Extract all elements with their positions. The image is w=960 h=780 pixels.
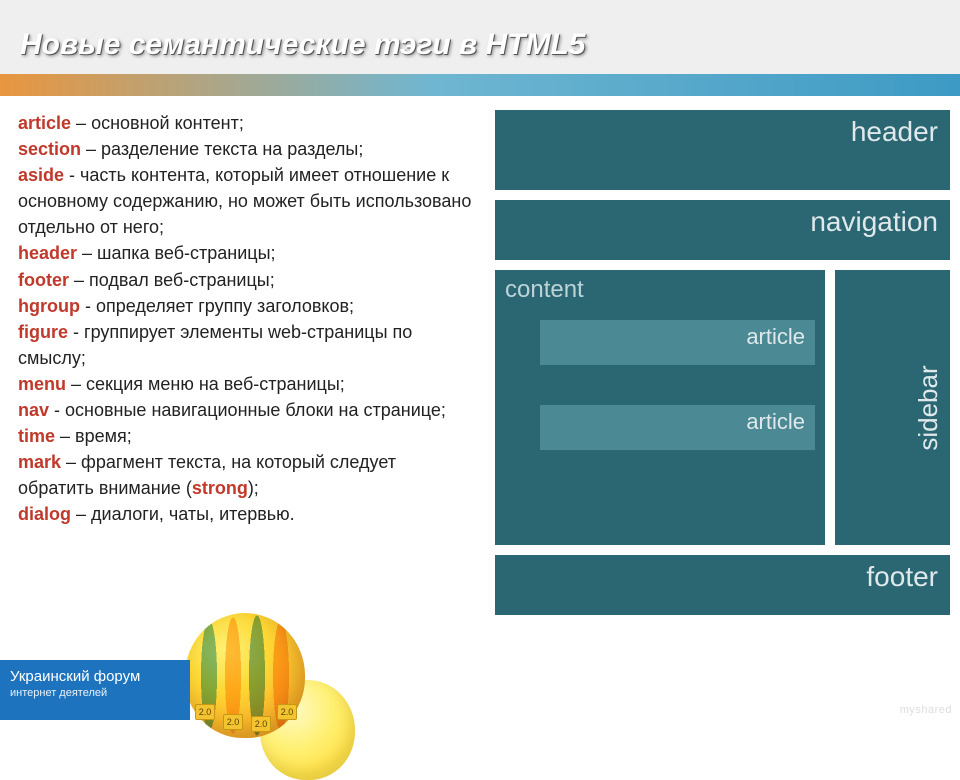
term-article: article	[18, 113, 71, 133]
def-dialog: dialog – диалоги, чаты, итервью.	[18, 501, 473, 527]
diagram-sidebar-label: sidebar	[913, 365, 944, 450]
term-header: header	[18, 243, 77, 263]
diagram-content-box: content article article	[495, 270, 825, 545]
slide-title-band: Новые семантические тэги в HTML5	[0, 0, 960, 90]
title-gradient-bar	[0, 74, 960, 96]
diagram-sidebar-box: sidebar	[835, 270, 950, 545]
def-hgroup: hgroup - определяет группу заголовков;	[18, 293, 473, 319]
def-time: time – время;	[18, 423, 473, 449]
def-figure: figure - группирует элементы web-страниц…	[18, 319, 473, 371]
diagram-header-box: header	[495, 110, 950, 190]
def-nav: nav - основные навигационные блоки на ст…	[18, 397, 473, 423]
diagram-navigation-label: navigation	[810, 206, 938, 237]
term-dialog: dialog	[18, 504, 71, 524]
def-menu: menu – секция меню на веб-страницы;	[18, 371, 473, 397]
term-menu: menu	[18, 374, 66, 394]
balloon-tag-1: 2.0	[195, 704, 215, 720]
term-strong: strong	[192, 478, 248, 498]
watermark: myshared	[900, 704, 952, 716]
def-header: header – шапка веб-страницы;	[18, 240, 473, 266]
footer-logo-area: 2.0 2.0 2.0 2.0 Украинский форум интерне…	[0, 620, 260, 720]
def-aside: aside - часть контента, который имеет от…	[18, 162, 473, 240]
term-nav: nav	[18, 400, 49, 420]
forum-badge-line2: интернет деятелей	[10, 687, 180, 701]
slide-title: Новые семантические тэги в HTML5	[20, 28, 586, 62]
forum-badge-line1: Украинский форум	[10, 668, 180, 687]
def-mark: mark – фрагмент текста, на который следу…	[18, 449, 473, 501]
term-hgroup: hgroup	[18, 296, 80, 316]
diagram-navigation-box: navigation	[495, 200, 950, 260]
balloon-icon: 2.0 2.0 2.0 2.0	[185, 613, 305, 738]
def-article: article – основной контент;	[18, 110, 473, 136]
term-time: time	[18, 426, 55, 446]
forum-badge: Украинский форум интернет деятелей	[0, 660, 190, 720]
def-footer: footer – подвал веб-страницы;	[18, 267, 473, 293]
diagram-content-label: content	[505, 276, 584, 304]
diagram-footer-box: footer	[495, 555, 950, 615]
diagram-header-label: header	[851, 116, 938, 147]
term-aside: aside	[18, 165, 64, 185]
term-mark: mark	[18, 452, 61, 472]
balloon-tag-3: 2.0	[251, 716, 271, 732]
term-figure: figure	[18, 322, 68, 342]
balloon-tag-2: 2.0	[223, 714, 243, 730]
layout-diagram: header navigation content article articl…	[495, 110, 950, 720]
diagram-article1-box: article	[540, 320, 815, 365]
diagram-footer-label: footer	[866, 561, 938, 592]
term-footer: footer	[18, 270, 69, 290]
diagram-article1-label: article	[746, 324, 805, 349]
diagram-article2-label: article	[746, 409, 805, 434]
balloon-tag-4: 2.0	[277, 704, 297, 720]
def-section: section – разделение текста на разделы;	[18, 136, 473, 162]
diagram-article2-box: article	[540, 405, 815, 450]
term-section: section	[18, 139, 81, 159]
